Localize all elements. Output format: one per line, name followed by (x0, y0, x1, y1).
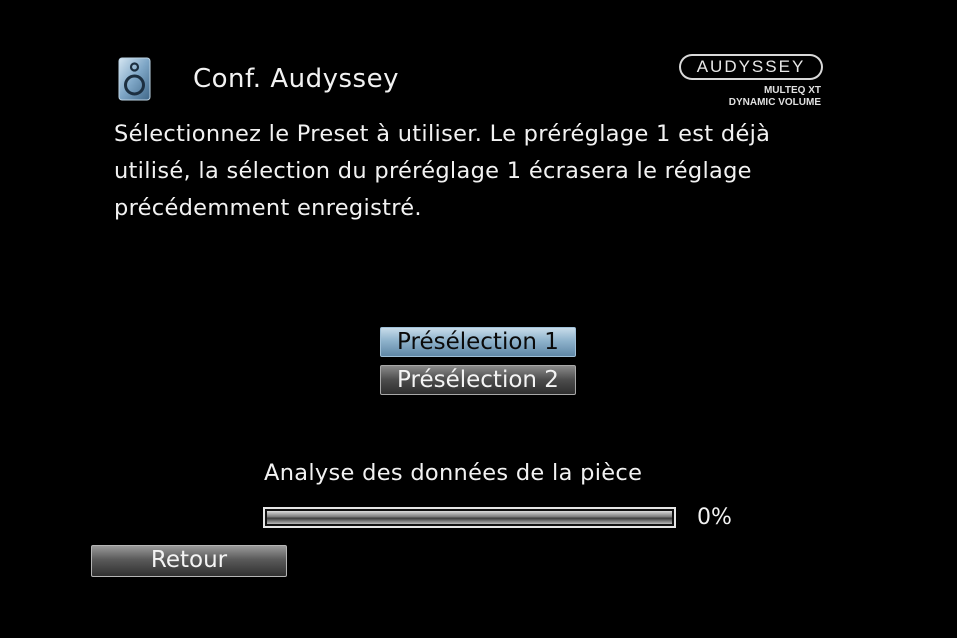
progress-label: Analyse des données de la pièce (264, 460, 643, 486)
preset-1-button[interactable]: Présélection 1 (380, 327, 576, 357)
preset-1-label: Présélection 1 (397, 329, 559, 355)
preset-2-button[interactable]: Présélection 2 (380, 365, 576, 395)
back-button[interactable]: Retour (91, 545, 287, 577)
preset-2-label: Présélection 2 (397, 367, 559, 393)
page-title: Conf. Audyssey (193, 64, 399, 94)
back-button-label: Retour (150, 547, 228, 573)
audyssey-logo: AUDYSSEY MULTEQ XT DYNAMIC VOLUME (679, 54, 823, 110)
progress-bar (263, 507, 676, 528)
speaker-icon (118, 57, 151, 101)
instruction-text: Sélectionnez le Preset à utiliser. Le pr… (114, 121, 771, 221)
audyssey-wordmark: AUDYSSEY (681, 56, 821, 78)
progress-groove (267, 511, 672, 524)
audyssey-badge: AUDYSSEY (679, 54, 823, 80)
progress-value: 0% (697, 505, 732, 530)
dynamic-volume-label: DYNAMIC VOLUME (728, 97, 821, 108)
multeq-label: MULTEQ XT (763, 85, 821, 96)
